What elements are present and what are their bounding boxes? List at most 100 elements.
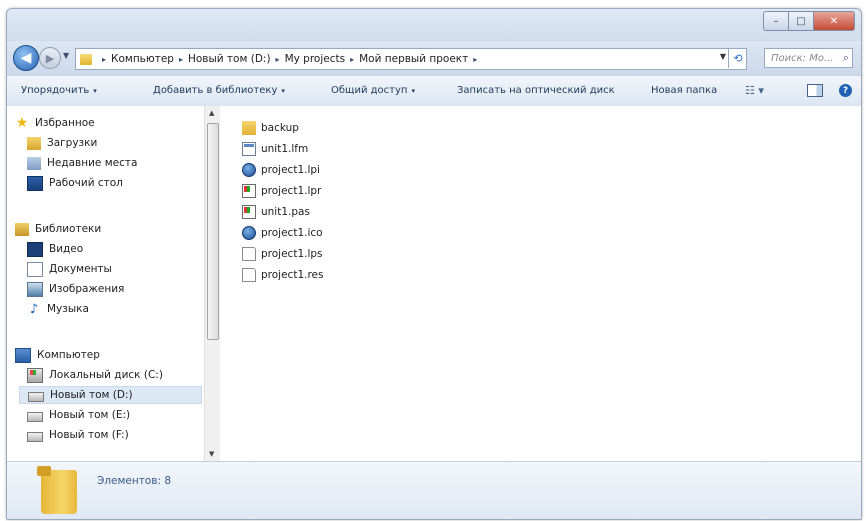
sidebar-item-label: Рабочий стол	[49, 177, 123, 189]
view-grid-icon: ☷	[745, 84, 755, 97]
breadcrumb: ▸ Компьютер ▸ Новый том (D:) ▸ My projec…	[97, 53, 482, 65]
search-input[interactable]: Поиск: Мо... ⌕	[764, 48, 853, 68]
list-item[interactable]: backup	[242, 118, 299, 138]
caption-buttons: – □ ✕	[763, 11, 855, 31]
list-item[interactable]: project1.lps	[242, 244, 323, 264]
libraries-icon	[15, 222, 29, 236]
address-bar[interactable]: ▸ Компьютер ▸ Новый том (D:) ▸ My projec…	[75, 48, 747, 70]
sidebar-item-label: Загрузки	[47, 137, 98, 149]
burn-disc-button[interactable]: Записать на оптический диск	[457, 85, 615, 96]
organize-button[interactable]: Упорядочить ▾	[21, 85, 97, 96]
minimize-button[interactable]: –	[763, 11, 789, 31]
drive-icon	[27, 411, 43, 422]
sidebar-item-favorites[interactable]: ★ Избранное	[15, 114, 95, 132]
sidebar-item-drive-f[interactable]: Новый том (F:)	[27, 426, 129, 444]
maximize-button[interactable]: □	[789, 11, 814, 31]
view-options-button[interactable]: ☷ ▾	[745, 84, 764, 97]
share-button[interactable]: Общий доступ ▾	[331, 85, 415, 96]
sidebar-item-desktop[interactable]: Рабочий стол	[27, 174, 123, 192]
computer-icon	[15, 347, 31, 363]
search-icon[interactable]: ⌕	[843, 51, 849, 65]
sidebar-item-label: Новый том (D:)	[50, 389, 133, 401]
sidebar-item-video[interactable]: Видео	[27, 240, 83, 258]
sidebar-item-music[interactable]: ♪ Музыка	[27, 300, 89, 318]
sidebar-item-label: Избранное	[35, 117, 95, 129]
back-button[interactable]: ◀	[13, 45, 39, 71]
recent-places-icon	[27, 156, 41, 170]
breadcrumb-first-project[interactable]: Мой первый проект	[359, 53, 468, 65]
sidebar-item-label: Изображения	[49, 283, 125, 295]
breadcrumb-separator[interactable]: ▸	[102, 55, 106, 64]
list-item[interactable]: unit1.pas	[242, 202, 310, 222]
sidebar-item-libraries[interactable]: Библиотеки	[15, 220, 101, 238]
scrollbar-thumb[interactable]	[207, 123, 219, 340]
close-button[interactable]: ✕	[814, 11, 855, 31]
scroll-down-icon[interactable]: ▼	[209, 450, 214, 458]
organize-label: Упорядочить	[21, 85, 90, 96]
file-name: unit1.pas	[261, 206, 310, 218]
list-item[interactable]: project1.res	[242, 265, 323, 285]
list-item[interactable]: project1.lpr	[242, 181, 321, 201]
address-dropdown-icon[interactable]: ▼	[720, 52, 726, 61]
sidebar-item-documents[interactable]: Документы	[27, 260, 112, 278]
help-icon[interactable]: ?	[839, 84, 852, 97]
sidebar-item-label: Компьютер	[37, 349, 100, 361]
sidebar-item-label: Библиотеки	[35, 223, 102, 235]
file-list: backup unit1.lfm project1.lpi project1.l…	[220, 106, 861, 461]
sidebar-item-computer[interactable]: Компьютер	[15, 346, 100, 364]
list-item[interactable]: project1.ico	[242, 223, 323, 243]
file-name: project1.lps	[261, 248, 323, 260]
burn-disc-label: Записать на оптический диск	[457, 85, 615, 96]
sidebar-item-label: Недавние места	[47, 157, 138, 169]
downloads-folder-icon	[27, 136, 41, 150]
forward-button[interactable]: ▶	[39, 47, 61, 69]
navigation-pane: ★ Избранное Загрузки Недавние места Рабоч…	[7, 106, 219, 461]
file-name: backup	[261, 122, 299, 134]
arrow-left-icon: ◀	[20, 50, 32, 66]
breadcrumb-computer[interactable]: Компьютер	[111, 53, 174, 65]
sidebar-item-drive-e[interactable]: Новый том (E:)	[27, 406, 130, 424]
chevron-down-icon: ▾	[758, 84, 764, 97]
explorer-window: – □ ✕ ◀ ▶ ▼ ▸ Компьютер ▸ Новый том (D:)…	[6, 8, 862, 520]
new-folder-button[interactable]: Новая папка	[651, 85, 717, 96]
sidebar-item-label: Видео	[49, 243, 84, 255]
file-name: project1.lpi	[261, 164, 320, 176]
sidebar-item-recent-places[interactable]: Недавние места	[27, 154, 137, 172]
file-name: project1.ico	[261, 227, 323, 239]
list-item[interactable]: project1.lpi	[242, 160, 320, 180]
sidebar-item-drive-c[interactable]: Локальный диск (C:)	[27, 366, 163, 384]
pictures-library-icon	[27, 281, 43, 297]
blank-file-icon	[242, 247, 256, 261]
new-folder-label: Новая папка	[651, 85, 718, 96]
details-pane: Элементов: 8	[7, 461, 861, 519]
search-placeholder: Поиск: Мо...	[771, 52, 834, 64]
navigation-pane-scrollbar[interactable]: ▲ ▼	[204, 106, 220, 461]
sidebar-item-downloads[interactable]: Загрузки	[27, 134, 97, 152]
list-item[interactable]: unit1.lfm	[242, 139, 308, 159]
chevron-down-icon: ▾	[411, 87, 415, 95]
drive-icon	[27, 431, 43, 442]
preview-pane-icon[interactable]	[807, 84, 823, 97]
folder-icon	[242, 121, 256, 135]
sidebar-item-images[interactable]: Изображения	[27, 280, 124, 298]
breadcrumb-separator[interactable]: ▸	[473, 55, 477, 64]
scroll-up-icon[interactable]: ▲	[209, 109, 214, 117]
chevron-down-icon: ▾	[93, 87, 97, 95]
add-to-library-button[interactable]: Добавить в библиотеку ▾	[153, 85, 285, 96]
sidebar-item-label: Новый том (E:)	[49, 409, 131, 421]
drive-icon	[28, 391, 44, 402]
file-name: unit1.lfm	[261, 143, 309, 155]
documents-library-icon	[27, 261, 43, 277]
breadcrumb-separator[interactable]: ▸	[350, 55, 354, 64]
recent-pages-dropdown[interactable]: ▼	[63, 51, 69, 60]
refresh-icon: ⟲	[733, 51, 743, 65]
pascal-file-icon	[242, 205, 256, 219]
breadcrumb-separator[interactable]: ▸	[276, 55, 280, 64]
lazarus-project-icon	[242, 226, 256, 240]
sidebar-item-drive-d[interactable]: Новый том (D:)	[19, 386, 202, 404]
sidebar-item-label: Локальный диск (C:)	[49, 369, 163, 381]
refresh-button[interactable]: ⟲	[728, 48, 747, 68]
breadcrumb-my-projects[interactable]: My projects	[285, 53, 346, 65]
breadcrumb-separator[interactable]: ▸	[179, 55, 183, 64]
breadcrumb-drive-d[interactable]: Новый том (D:)	[188, 53, 271, 65]
